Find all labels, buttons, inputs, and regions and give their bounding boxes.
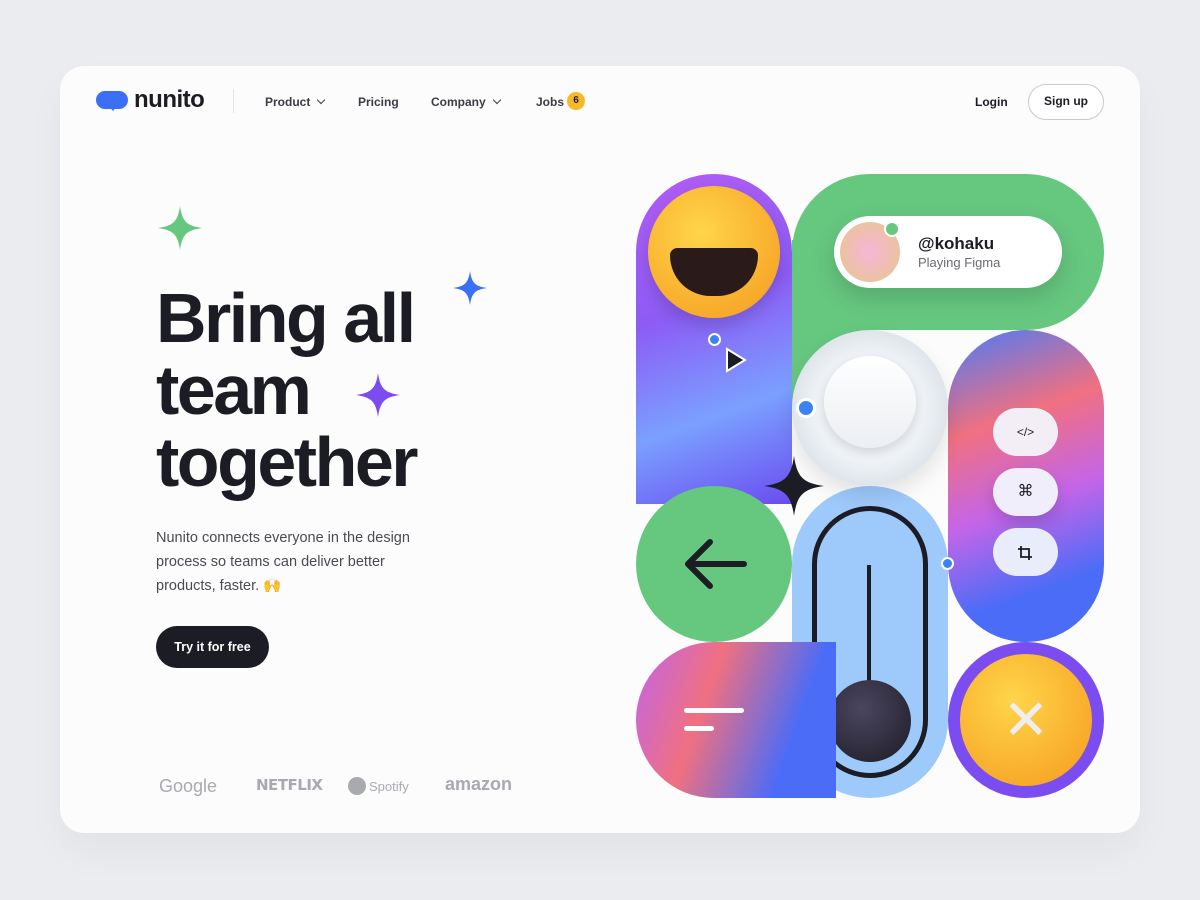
logo-netflix: NETFLIX [256, 776, 323, 794]
sparkle-icon [453, 271, 487, 305]
try-free-button[interactable]: Try it for free [156, 626, 269, 668]
grinning-emoji [648, 186, 780, 318]
nav-product[interactable]: Product [265, 95, 326, 109]
crop-icon [1018, 546, 1032, 560]
dial-handle[interactable] [796, 398, 816, 418]
chevron-down-icon [492, 95, 501, 105]
nav-pricing[interactable]: Pricing [358, 95, 399, 109]
toggle-stem [867, 565, 871, 695]
logo-google: Google [159, 776, 218, 796]
gradient-menu-shape [636, 642, 836, 798]
jobs-badge: 6 [567, 92, 585, 110]
nav-company[interactable]: Company [431, 95, 501, 109]
code-button[interactable]: </> [993, 408, 1058, 456]
login-link[interactable]: Login [975, 95, 1008, 109]
chevron-down-icon [317, 95, 326, 105]
spotify-icon [348, 777, 366, 795]
headline-line: Bring all [156, 279, 416, 357]
headline-line: together [156, 423, 419, 501]
command-button[interactable]: ⌘ [993, 468, 1058, 516]
emoji-mouth [670, 248, 758, 296]
sparkle-icon [158, 206, 202, 250]
emoji-frame: ✕ [948, 642, 1104, 798]
signup-button[interactable]: Sign up [1028, 84, 1104, 120]
cursor-icon [726, 347, 747, 373]
crop-button[interactable] [993, 528, 1058, 576]
toggle-knob[interactable] [829, 680, 911, 762]
hero-headline: Bring all team together [156, 279, 419, 501]
path-node [941, 557, 954, 570]
logo-spotify: Spotify [369, 779, 409, 794]
menu-line [684, 726, 714, 731]
user-card[interactable]: @kohaku Playing Figma [834, 216, 1062, 288]
dial-center [824, 356, 916, 448]
logo-text[interactable]: nunito [134, 86, 205, 114]
user-status: Playing Figma [918, 255, 1001, 270]
hero-subtitle: Nunito connects everyone in the design p… [156, 530, 410, 594]
logo-icon[interactable] [96, 91, 128, 111]
headline-line: team [156, 351, 312, 429]
zipped-mouth-emoji: ✕ [960, 654, 1092, 786]
online-indicator [884, 221, 900, 237]
menu-line [684, 708, 744, 713]
path-node [708, 333, 721, 346]
nav-jobs[interactable]: Jobs [536, 95, 564, 109]
sparkle-icon [764, 456, 824, 516]
logo-amazon: amazon [445, 774, 513, 794]
nav-divider [233, 89, 234, 113]
user-handle: @kohaku [918, 234, 995, 253]
